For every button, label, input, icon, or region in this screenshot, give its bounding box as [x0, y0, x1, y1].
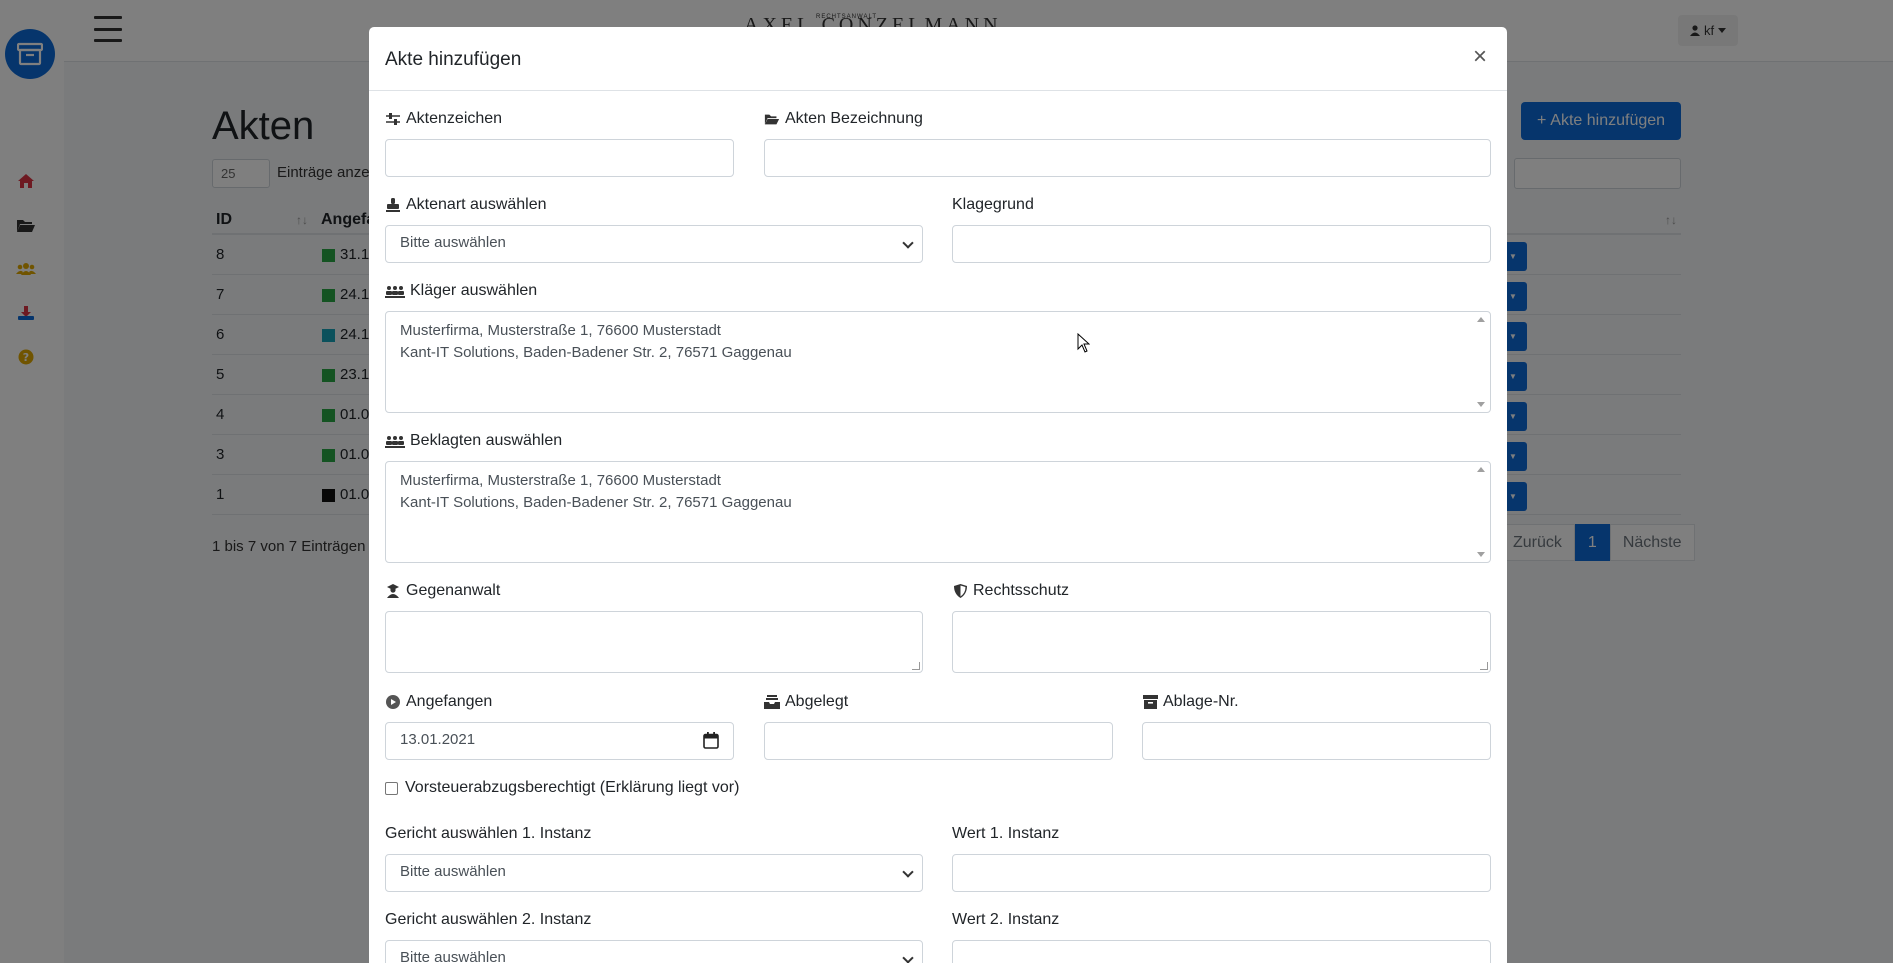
chevron-down-icon: [902, 952, 914, 963]
scrollbar[interactable]: [1473, 462, 1490, 562]
klaeger-multiselect[interactable]: Musterfirma, Musterstraße 1, 76600 Muste…: [385, 311, 1491, 413]
ablage-nr-label: Ablage-Nr.: [1142, 693, 1239, 711]
wert1-input[interactable]: [952, 854, 1491, 892]
vorsteuer-checkbox[interactable]: [385, 781, 398, 795]
users-icon: [385, 434, 405, 448]
folder-open-icon: [764, 112, 780, 126]
gericht1-label: Gericht auswählen 1. Instanz: [385, 825, 592, 842]
gegenanwalt-textarea[interactable]: [385, 611, 923, 673]
sliders-icon: [385, 112, 401, 126]
scrollbar[interactable]: [1473, 312, 1490, 412]
beklagte-label: Beklagten auswählen: [385, 432, 562, 450]
stamp-icon: [385, 198, 401, 212]
gericht2-label: Gericht auswählen 2. Instanz: [385, 911, 592, 928]
rechtsschutz-textarea[interactable]: [952, 611, 1491, 673]
abgelegt-input[interactable]: [764, 722, 1113, 760]
wert2-label: Wert 2. Instanz: [952, 911, 1060, 928]
gericht1-select[interactable]: Bitte auswählen: [385, 854, 923, 892]
beklagte-multiselect[interactable]: Musterfirma, Musterstraße 1, 76600 Muste…: [385, 461, 1491, 563]
aktenart-label: Aktenart auswählen: [385, 196, 547, 214]
abgelegt-label: Abgelegt: [764, 693, 848, 711]
wert2-input[interactable]: [952, 940, 1491, 963]
modal-header: Akte hinzufügen ×: [369, 27, 1507, 91]
bezeichnung-label: Akten Bezeichnung: [764, 110, 923, 128]
beklagte-option[interactable]: Kant-IT Solutions, Baden-Badener Str. 2,…: [400, 492, 1476, 514]
ablage-nr-input[interactable]: [1142, 722, 1491, 760]
klaeger-label: Kläger auswählen: [385, 282, 537, 300]
vorsteuer-checkbox-row[interactable]: Vorsteuerabzugsberechtigt (Erklärung lie…: [385, 779, 739, 797]
aktenart-select[interactable]: Bitte auswählen: [385, 225, 923, 263]
play-circle-icon: [385, 695, 401, 709]
klagegrund-label: Klagegrund: [952, 196, 1034, 213]
klagegrund-input[interactable]: [952, 225, 1491, 263]
beklagte-option[interactable]: Musterfirma, Musterstraße 1, 76600 Muste…: [400, 470, 1476, 492]
resize-handle[interactable]: [1480, 662, 1488, 670]
users-icon: [385, 284, 405, 298]
calendar-icon[interactable]: [703, 732, 719, 753]
bezeichnung-input[interactable]: [764, 139, 1491, 177]
lawyer-icon: [385, 584, 401, 598]
close-icon[interactable]: ×: [1473, 45, 1487, 69]
archive-box-icon: [1142, 695, 1158, 709]
klaeger-option[interactable]: Kant-IT Solutions, Baden-Badener Str. 2,…: [400, 342, 1476, 364]
gericht2-select[interactable]: Bitte auswählen: [385, 940, 923, 963]
chevron-down-icon: [902, 866, 914, 878]
shield-icon: [952, 584, 968, 598]
aktenzeichen-input[interactable]: [385, 139, 734, 177]
klaeger-option[interactable]: Musterfirma, Musterstraße 1, 76600 Muste…: [400, 320, 1476, 342]
resize-handle[interactable]: [912, 662, 920, 670]
modal-title: Akte hinzufügen: [385, 49, 522, 70]
vorsteuer-label: Vorsteuerabzugsberechtigt (Erklärung lie…: [405, 779, 740, 796]
rechtsschutz-label: Rechtsschutz: [952, 582, 1069, 600]
gegenanwalt-label: Gegenanwalt: [385, 582, 500, 600]
aktenzeichen-label: Aktenzeichen: [385, 110, 502, 128]
inbox-icon: [764, 695, 780, 709]
angefangen-label: Angefangen: [385, 693, 492, 711]
chevron-down-icon: [902, 237, 914, 249]
add-file-modal: Akte hinzufügen × Aktenzeichen Akten Bez…: [369, 27, 1507, 963]
angefangen-date-input[interactable]: 13.01.2021: [385, 722, 734, 760]
wert1-label: Wert 1. Instanz: [952, 825, 1060, 842]
